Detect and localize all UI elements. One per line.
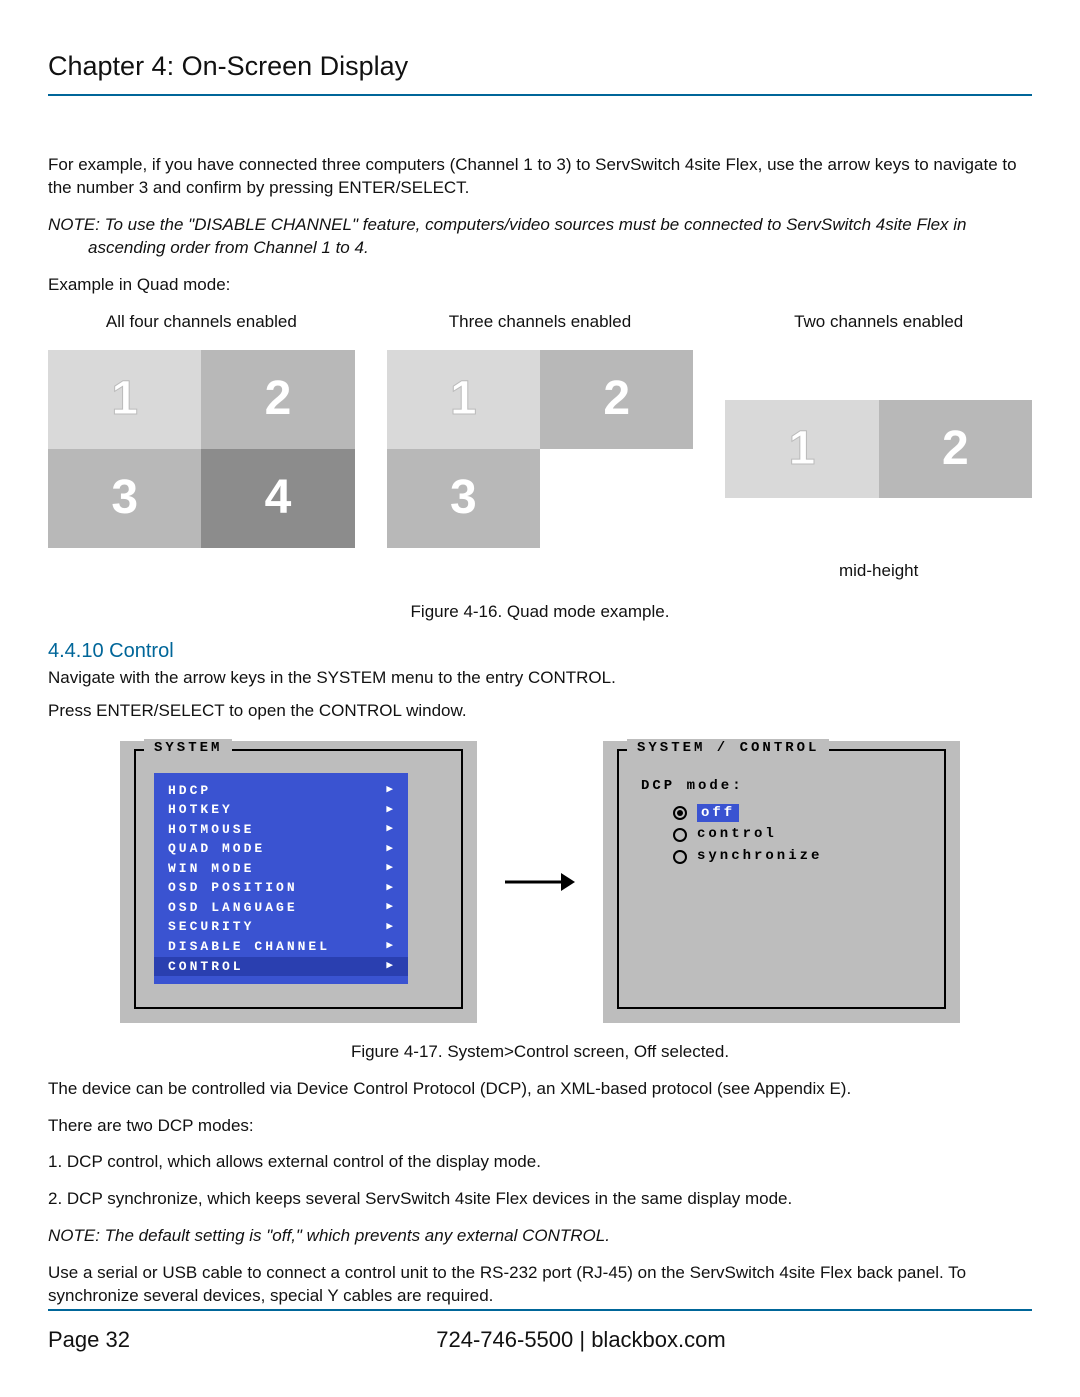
example-mode-label: Example in Quad mode: — [48, 274, 1032, 297]
ch4-cell: 4 — [201, 449, 354, 548]
osd-figure-row: SYSTEM HDCP▶ HOTKEY▶ HOTMOUSE▶ QUAD MODE… — [120, 741, 960, 1023]
dcp-mode-1: 1. DCP control, which allows external co… — [48, 1151, 1032, 1174]
chevron-right-icon: ▶ — [386, 959, 396, 974]
note-default-off: NOTE: The default setting is "off," whic… — [48, 1225, 1032, 1248]
figure-4-16-caption: Figure 4-16. Quad mode example. — [48, 601, 1032, 624]
chevron-right-icon: ▶ — [386, 861, 396, 876]
menu-item-win-mode[interactable]: WIN MODE▶ — [154, 859, 408, 879]
dcp-option-off[interactable]: off — [673, 804, 822, 823]
ch2-cell: 2 — [540, 350, 693, 449]
dcp-control-text: control — [697, 825, 777, 844]
chevron-right-icon: ▶ — [386, 842, 396, 857]
two-modes-paragraph: There are two DCP modes: — [48, 1115, 1032, 1138]
footer-contact: 724-746-5500 | blackbox.com — [130, 1325, 1032, 1355]
pad-bot — [725, 498, 1032, 547]
press-paragraph: Press ENTER/SELECT to open the CONTROL w… — [48, 700, 1032, 723]
radio-unselected-icon — [673, 828, 687, 842]
dcp-off-text: off — [697, 804, 739, 823]
figure-4-17-caption: Figure 4-17. System>Control screen, Off … — [48, 1041, 1032, 1064]
ch2-cell: 2 — [201, 350, 354, 449]
quad-box-2: 1 2 — [725, 350, 1032, 548]
menu-item-security[interactable]: SECURITY▶ — [154, 917, 408, 937]
note-line2: ascending order from Channel 1 to 4. — [48, 237, 1032, 260]
example-2ch: Two channels enabled 1 2 mid-height — [725, 311, 1032, 583]
menu-item-hdcp[interactable]: HDCP▶ — [154, 781, 408, 801]
menu-item-quad-mode[interactable]: QUAD MODE▶ — [154, 839, 408, 859]
caption-2ch: Two channels enabled — [725, 311, 1032, 334]
page-footer: Page 32 724-746-5500 | blackbox.com — [48, 1309, 1032, 1355]
system-menu-list: HDCP▶ HOTKEY▶ HOTMOUSE▶ QUAD MODE▶ WIN M… — [154, 773, 408, 984]
chevron-right-icon: ▶ — [386, 783, 396, 798]
dcp-sync-text: synchronize — [697, 847, 822, 866]
chevron-right-icon: ▶ — [386, 939, 396, 954]
quad-examples-row: All four channels enabled 1 2 3 4 Three … — [48, 311, 1032, 583]
radio-unselected-icon — [673, 850, 687, 864]
dcp-option-synchronize[interactable]: synchronize — [673, 847, 822, 866]
dcp-option-control[interactable]: control — [673, 825, 822, 844]
serial-paragraph: Use a serial or USB cable to connect a c… — [48, 1262, 1032, 1308]
caption-3ch: Three channels enabled — [387, 311, 694, 334]
example-4ch: All four channels enabled 1 2 3 4 — [48, 311, 355, 583]
arrow-right-icon — [505, 869, 575, 895]
ch1-cell: 1 — [387, 350, 540, 449]
menu-item-osd-position[interactable]: OSD POSITION▶ — [154, 878, 408, 898]
ch2-cell: 2 — [879, 400, 1032, 499]
menu-item-control[interactable]: CONTROL▶ — [154, 957, 408, 977]
control-window: SYSTEM / CONTROL DCP mode: off control s… — [603, 741, 960, 1023]
page-number: Page 32 — [48, 1325, 130, 1355]
dcp-mode-label: DCP mode: — [641, 777, 822, 796]
caption-4ch: All four channels enabled — [48, 311, 355, 334]
system-window-frame: HDCP▶ HOTKEY▶ HOTMOUSE▶ QUAD MODE▶ WIN M… — [134, 749, 463, 1009]
chevron-right-icon: ▶ — [386, 822, 396, 837]
dcp-mode-2: 2. DCP synchronize, which keeps several … — [48, 1188, 1032, 1211]
pad-top — [725, 350, 1032, 399]
menu-item-disable-channel[interactable]: DISABLE CHANNEL▶ — [154, 937, 408, 957]
ch3-cell: 3 — [48, 449, 201, 548]
menu-item-osd-language[interactable]: OSD LANGUAGE▶ — [154, 898, 408, 918]
note-line1: NOTE: To use the "DISABLE CHANNEL" featu… — [48, 215, 967, 234]
system-window-title: SYSTEM — [144, 739, 232, 758]
nav-paragraph: Navigate with the arrow keys in the SYST… — [48, 667, 1032, 690]
section-4-4-10-title: 4.4.10 Control — [48, 638, 1032, 665]
mid-height-label: mid-height — [725, 560, 1032, 583]
chevron-right-icon: ▶ — [386, 803, 396, 818]
quad-box-4: 1 2 3 4 — [48, 350, 355, 548]
chevron-right-icon: ▶ — [386, 920, 396, 935]
dcp-paragraph: The device can be controlled via Device … — [48, 1078, 1032, 1101]
example-3ch: Three channels enabled 1 2 3 — [387, 311, 694, 583]
chevron-right-icon: ▶ — [386, 900, 396, 915]
control-window-frame: DCP mode: off control synchronize — [617, 749, 946, 1009]
empty-cell — [540, 449, 693, 548]
intro-paragraph: For example, if you have connected three… — [48, 154, 1032, 200]
system-window: SYSTEM HDCP▶ HOTKEY▶ HOTMOUSE▶ QUAD MODE… — [120, 741, 477, 1023]
quad-box-3: 1 2 3 — [387, 350, 694, 548]
radio-selected-icon — [673, 806, 687, 820]
ch3-cell: 3 — [387, 449, 540, 548]
chevron-right-icon: ▶ — [386, 881, 396, 896]
menu-item-hotmouse[interactable]: HOTMOUSE▶ — [154, 820, 408, 840]
ch1-cell: 1 — [725, 400, 878, 499]
chapter-title: Chapter 4: On-Screen Display — [48, 48, 1032, 96]
menu-item-hotkey[interactable]: HOTKEY▶ — [154, 800, 408, 820]
control-window-title: SYSTEM / CONTROL — [627, 739, 829, 758]
ch1-cell: 1 — [48, 350, 201, 449]
note-disable-channel: NOTE: To use the "DISABLE CHANNEL" featu… — [48, 214, 1032, 260]
